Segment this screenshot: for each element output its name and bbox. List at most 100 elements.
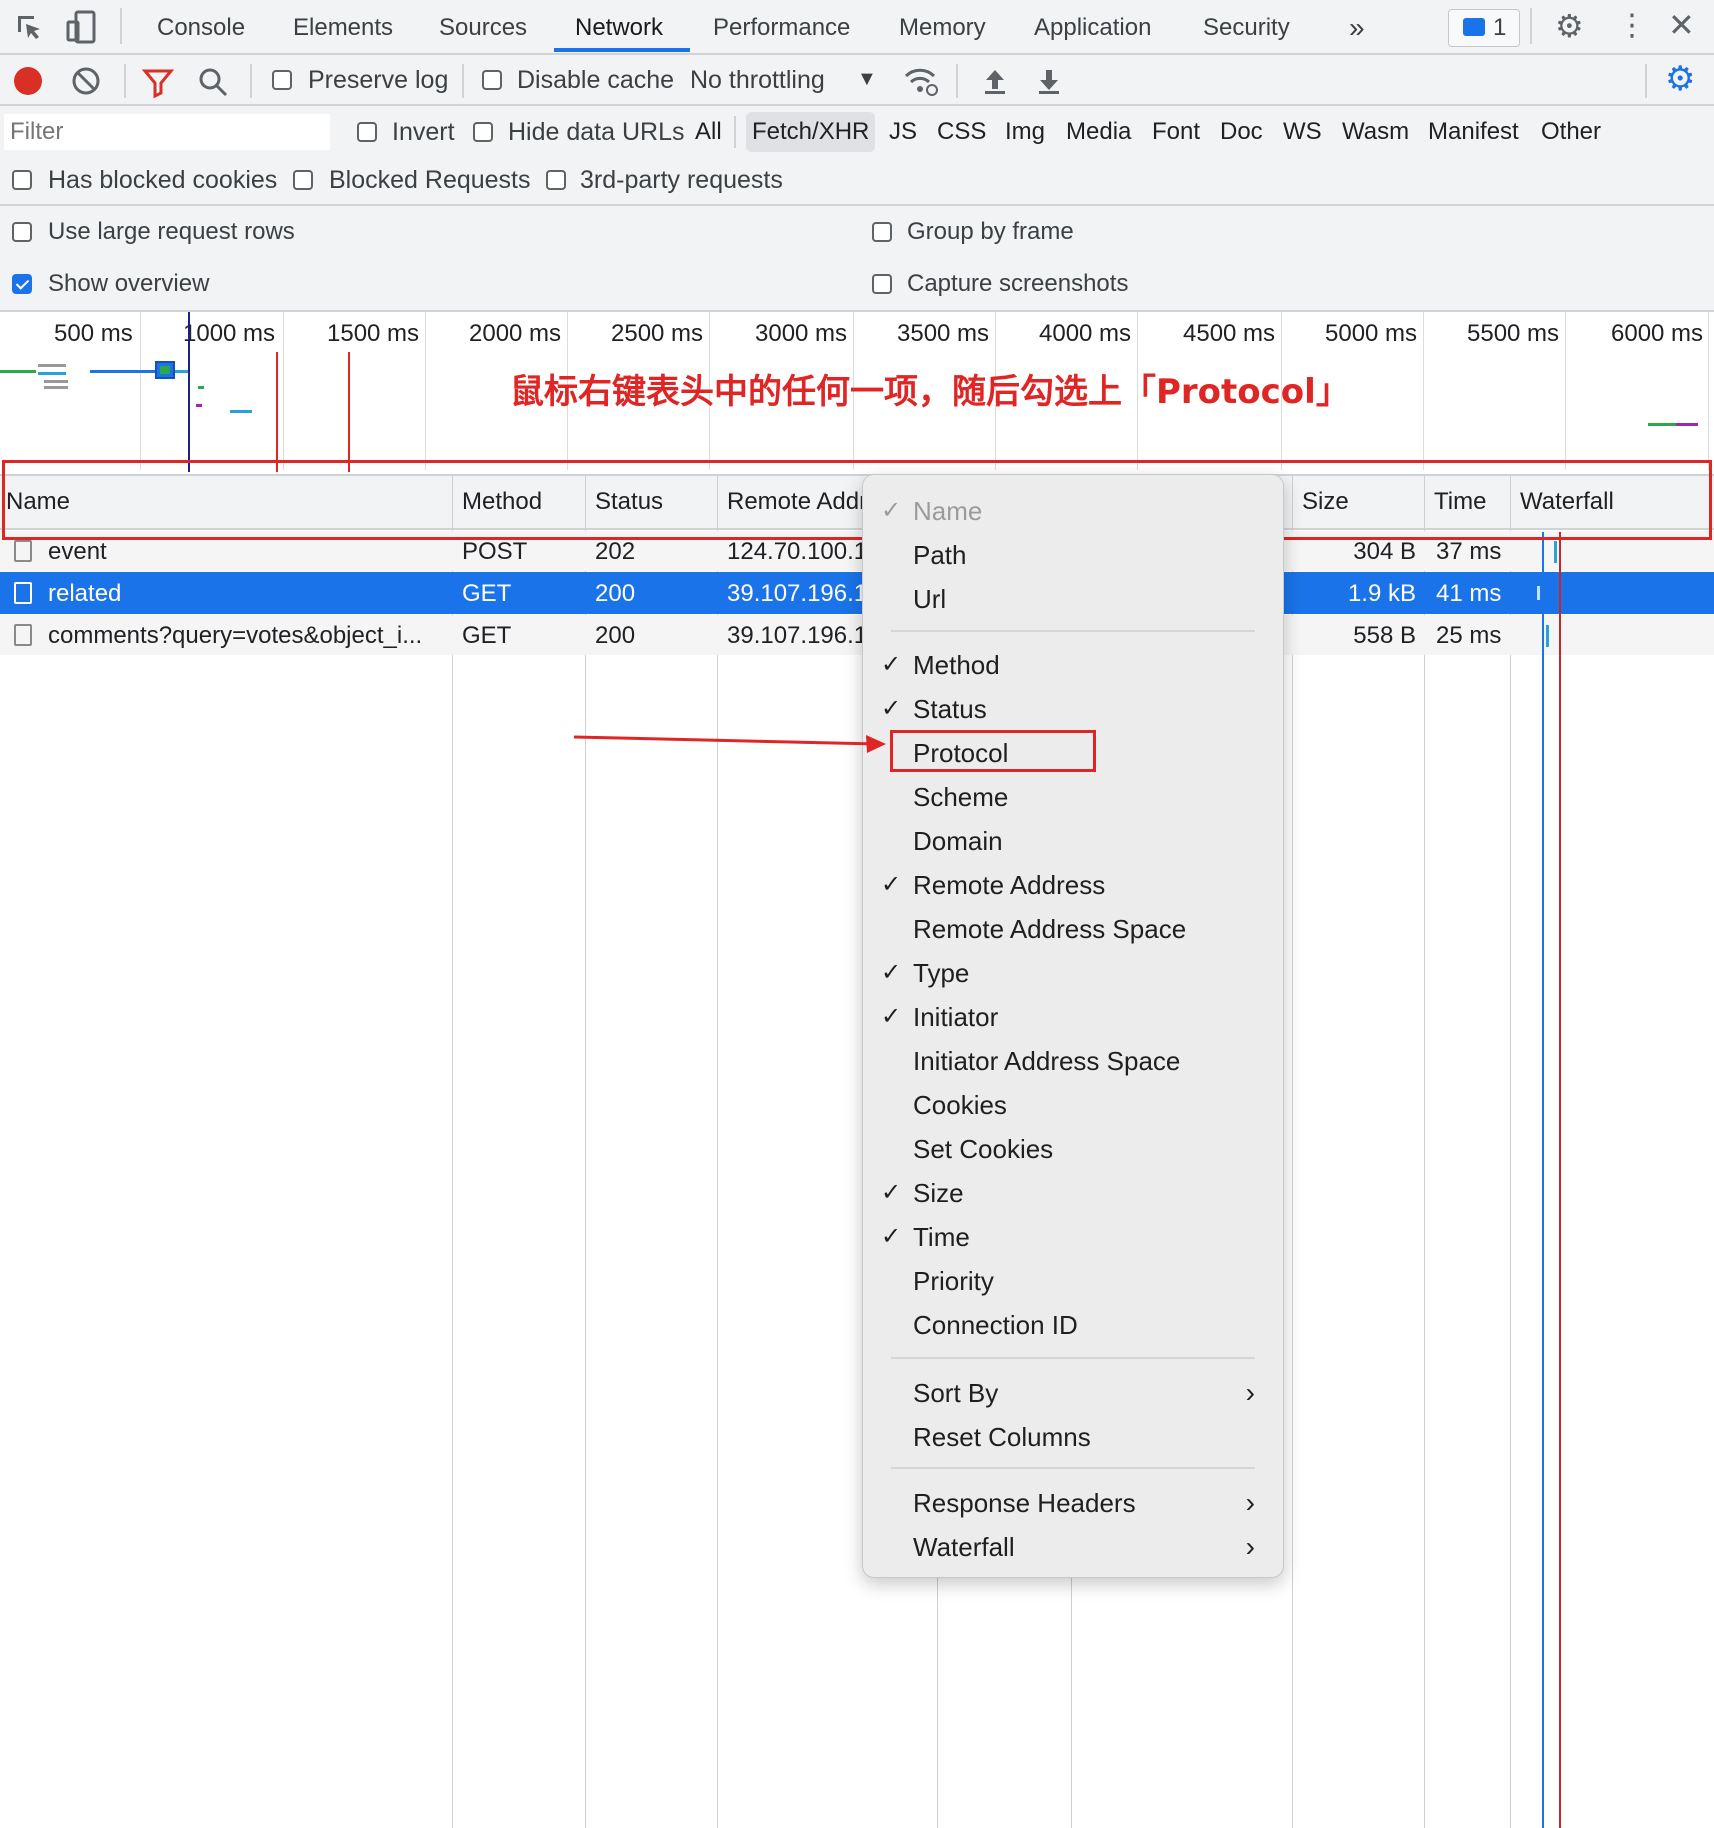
timeline-tick-label: 1000 ms: [183, 320, 276, 347]
show-overview-checkbox[interactable]: [12, 274, 32, 294]
menu-item-response-headers[interactable]: Response Headers ›: [863, 1483, 1283, 1523]
row-name: event: [48, 538, 107, 565]
clear-icon[interactable]: [70, 65, 102, 97]
divider: [1530, 8, 1532, 44]
more-options-icon[interactable]: ⋮: [1617, 10, 1647, 42]
disable-cache-checkbox[interactable]: [482, 70, 502, 90]
column-divider: [1510, 476, 1511, 1828]
timeline-tick-label: 4000 ms: [1039, 320, 1132, 347]
export-har-icon[interactable]: [1034, 66, 1064, 96]
annotation-arrow: [573, 735, 886, 753]
filter-type-font[interactable]: Font: [1152, 112, 1200, 152]
filter-icon[interactable]: [141, 66, 175, 99]
menu-item-type[interactable]: ✓ Type: [863, 953, 1283, 993]
preserve-log-checkbox[interactable]: [272, 70, 292, 90]
column-divider: [717, 476, 718, 1828]
inspect-element-icon[interactable]: [14, 12, 46, 44]
chevron-right-icon: ›: [1245, 1487, 1255, 1518]
menu-item-initiator[interactable]: ✓ Initiator: [863, 997, 1283, 1037]
menu-item-sort-by[interactable]: Sort By ›: [863, 1373, 1283, 1413]
tab-memory[interactable]: Memory: [899, 8, 986, 48]
overview-bar: [196, 404, 202, 407]
menu-item-remote-address[interactable]: ✓ Remote Address: [863, 865, 1283, 905]
tab-elements[interactable]: Elements: [293, 8, 393, 48]
blocked-requests-checkbox[interactable]: [293, 170, 313, 190]
menu-item-size[interactable]: ✓ Size: [863, 1173, 1283, 1213]
row-method: GET: [462, 580, 512, 607]
issues-counter-button[interactable]: 1: [1448, 9, 1520, 47]
third-party-checkbox[interactable]: [546, 170, 566, 190]
filter-type-ws[interactable]: WS: [1283, 112, 1322, 152]
large-rows-label: Use large request rows: [48, 218, 295, 245]
network-settings-gear-icon[interactable]: ⚙: [1665, 62, 1695, 96]
capture-screenshots-checkbox[interactable]: [872, 274, 892, 294]
row-time: 25 ms: [1436, 622, 1502, 649]
menu-item-scheme[interactable]: Scheme: [863, 777, 1283, 817]
filter-type-media[interactable]: Media: [1066, 112, 1131, 152]
menu-item-url[interactable]: Url: [863, 579, 1283, 619]
menu-item-connection-id[interactable]: Connection ID: [863, 1305, 1283, 1345]
filter-input[interactable]: [4, 114, 330, 150]
menu-item-cookies[interactable]: Cookies: [863, 1085, 1283, 1125]
hide-data-urls-label: Hide data URLs: [508, 118, 685, 146]
search-icon[interactable]: [197, 66, 229, 98]
menu-item-path[interactable]: Path: [863, 535, 1283, 575]
grid-line: [1708, 312, 1709, 470]
dom-content-loaded-line: [188, 312, 190, 472]
device-toolbar-icon[interactable]: [66, 10, 98, 44]
invert-checkbox[interactable]: [357, 122, 377, 142]
row-method: GET: [462, 622, 512, 649]
menu-item-time[interactable]: ✓ Time: [863, 1217, 1283, 1257]
row-size: 558 B: [1353, 622, 1416, 649]
tab-console[interactable]: Console: [157, 8, 245, 48]
filter-type-img[interactable]: Img: [1005, 112, 1045, 152]
message-icon: [1463, 18, 1485, 36]
menu-item-set-cookies[interactable]: Set Cookies: [863, 1129, 1283, 1169]
has-blocked-cookies-checkbox[interactable]: [12, 170, 32, 190]
throttling-select[interactable]: No throttling: [690, 66, 825, 95]
annotation-protocol-box: [890, 730, 1096, 772]
menu-item-reset-columns[interactable]: Reset Columns: [863, 1417, 1283, 1457]
row-status: 200: [595, 580, 636, 607]
document-icon: [14, 624, 32, 646]
menu-item-status[interactable]: ✓ Status: [863, 689, 1283, 729]
more-tabs-icon[interactable]: »: [1349, 8, 1365, 48]
filter-type-js[interactable]: JS: [889, 112, 917, 152]
import-har-icon[interactable]: [980, 66, 1010, 96]
large-rows-checkbox[interactable]: [12, 222, 32, 242]
menu-item-initiator-address-space[interactable]: Initiator Address Space: [863, 1041, 1283, 1081]
checkmark-icon: ✓: [881, 1003, 902, 1030]
show-overview-label: Show overview: [48, 270, 210, 297]
filter-type-wasm[interactable]: Wasm: [1342, 112, 1409, 152]
record-button[interactable]: [14, 67, 42, 95]
hide-data-urls-checkbox[interactable]: [473, 122, 493, 142]
filter-type-fetch-xhr[interactable]: Fetch/XHR: [746, 112, 876, 152]
menu-item-domain[interactable]: Domain: [863, 821, 1283, 861]
filter-type-manifest[interactable]: Manifest: [1428, 112, 1519, 152]
network-conditions-icon[interactable]: [903, 64, 939, 98]
group-by-frame-checkbox[interactable]: [872, 222, 892, 242]
tab-network[interactable]: Network: [575, 8, 663, 48]
menu-item-remote-address-space[interactable]: Remote Address Space: [863, 909, 1283, 949]
tab-application[interactable]: Application: [1034, 8, 1151, 48]
overview-bar: [160, 366, 170, 374]
annotation-header-box: [2, 460, 1712, 540]
filter-type-other[interactable]: Other: [1541, 112, 1601, 152]
tab-sources[interactable]: Sources: [439, 8, 527, 48]
menu-item-method[interactable]: ✓ Method: [863, 645, 1283, 685]
menu-item-waterfall[interactable]: Waterfall ›: [863, 1527, 1283, 1567]
close-devtools-icon[interactable]: ✕: [1668, 8, 1695, 42]
table-row[interactable]: comments?query=votes&object_i... GET 200…: [0, 615, 1714, 655]
tab-performance[interactable]: Performance: [713, 8, 850, 48]
overview-bar: [90, 370, 160, 373]
filter-type-doc[interactable]: Doc: [1220, 112, 1263, 152]
tab-security[interactable]: Security: [1203, 8, 1290, 48]
filter-type-all[interactable]: All: [695, 112, 722, 152]
filter-type-css[interactable]: CSS: [937, 112, 986, 152]
table-row-selected[interactable]: related GET 200 39.107.196.1 1.9 kB 41 m…: [0, 572, 1714, 614]
divider: [120, 8, 122, 44]
menu-item-priority[interactable]: Priority: [863, 1261, 1283, 1301]
settings-gear-icon[interactable]: ⚙: [1555, 10, 1584, 42]
row-size: 1.9 kB: [1347, 580, 1416, 607]
chevron-down-icon[interactable]: ▼: [857, 68, 877, 91]
